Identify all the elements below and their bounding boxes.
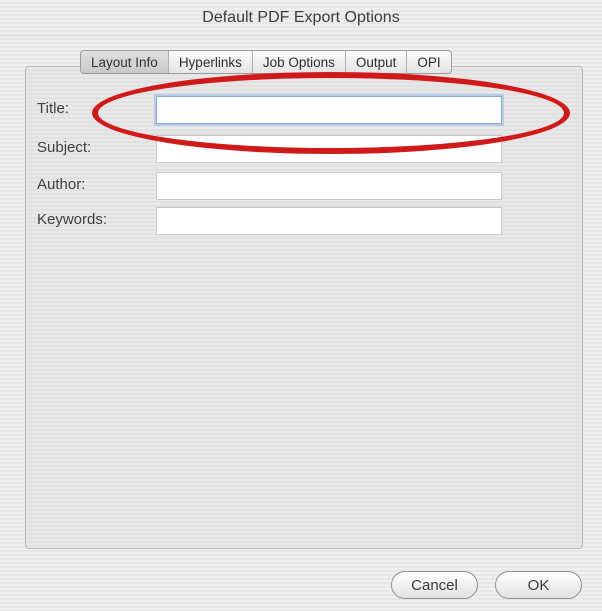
title-field-row: Title: (37, 96, 507, 126)
keywords-label: Keywords: (37, 211, 108, 228)
tab-job-options[interactable]: Job Options (253, 51, 346, 73)
author-field-row: Author: (37, 172, 507, 202)
subject-input[interactable] (156, 135, 502, 163)
keywords-input[interactable] (156, 207, 502, 235)
author-label: Author: (37, 176, 86, 193)
cancel-button[interactable]: Cancel (391, 571, 478, 599)
subject-field-row: Subject: (37, 135, 507, 165)
dialog-title: Default PDF Export Options (0, 0, 602, 36)
keywords-field-row: Keywords: (37, 207, 507, 237)
title-label: Title: (37, 100, 69, 117)
subject-label: Subject: (37, 139, 92, 156)
tab-bar: Layout Info Hyperlinks Job Options Outpu… (80, 50, 452, 74)
pdf-export-options-dialog: Default PDF Export Options Layout Info H… (0, 0, 602, 611)
tab-layout-info[interactable]: Layout Info (81, 51, 169, 73)
ok-button[interactable]: OK (495, 571, 582, 599)
author-input[interactable] (156, 172, 502, 200)
tab-hyperlinks[interactable]: Hyperlinks (169, 51, 253, 73)
tab-opi[interactable]: OPI (407, 51, 450, 73)
tab-output[interactable]: Output (346, 51, 408, 73)
application-window: Default PDF Export Options Layout Info H… (0, 0, 602, 611)
title-input[interactable] (156, 96, 502, 124)
